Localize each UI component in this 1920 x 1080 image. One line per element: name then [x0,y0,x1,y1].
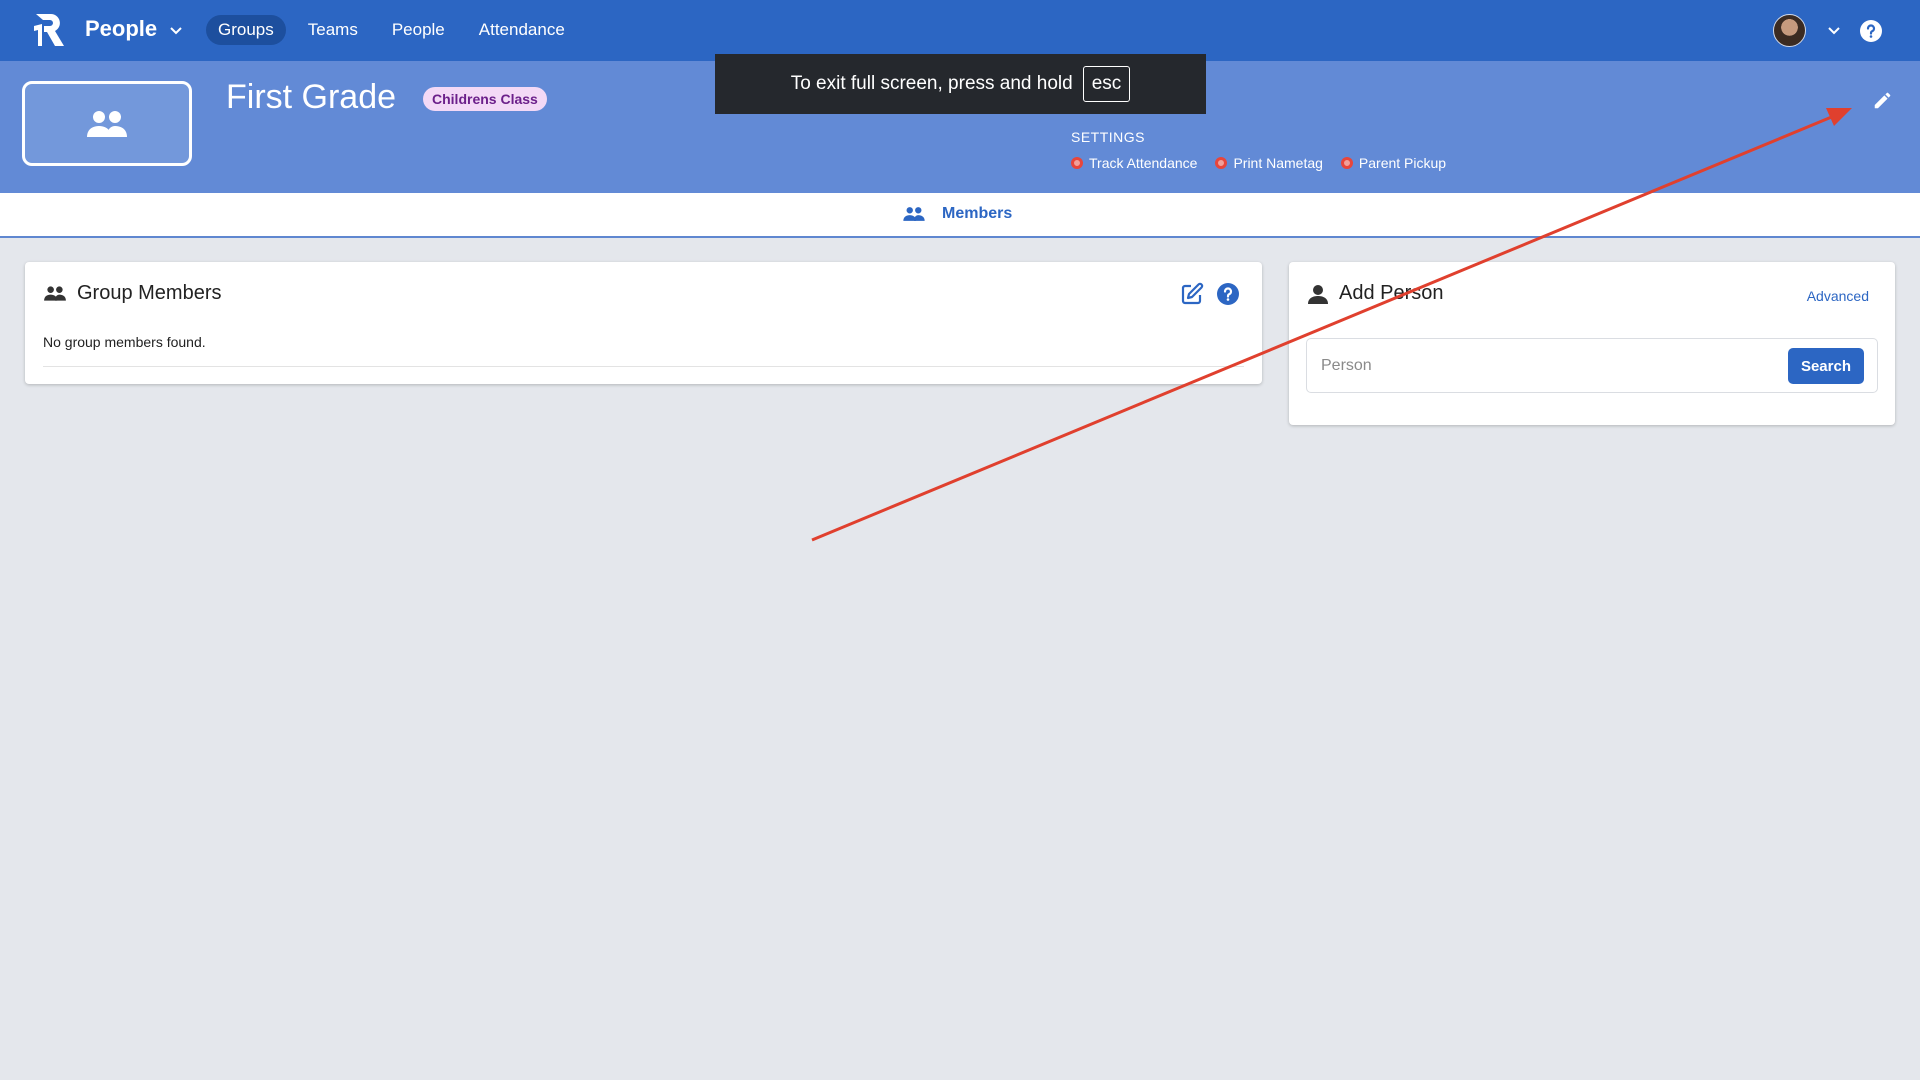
tab-label: Members [942,205,1013,222]
people-icon [87,110,127,137]
group-title: First Grade [226,78,397,116]
person-search-input[interactable] [1321,351,1761,381]
setting-track-attendance: Track Attendance [1071,155,1197,171]
tab-bar: Members [0,193,1920,238]
add-person-card: Add Person Advanced Search [1289,262,1895,425]
top-nav-bar: People Groups Teams People Attendance [0,0,1920,61]
card-title: Add Person [1339,282,1444,304]
group-settings: Track Attendance Print Nametag Parent Pi… [1071,155,1446,171]
help-circle-icon[interactable] [1859,19,1883,43]
nav-groups[interactable]: Groups [206,15,286,45]
person-search-box: Search [1306,338,1878,393]
nav-teams[interactable]: Teams [296,15,370,45]
settings-label: SETTINGS [1071,129,1146,145]
setting-label: Parent Pickup [1358,155,1447,171]
b1-logo-icon[interactable] [32,12,70,48]
advanced-link[interactable]: Advanced [1807,288,1869,304]
avatar[interactable] [1773,14,1806,47]
nav-attendance[interactable]: Attendance [467,15,577,45]
chevron-down-icon[interactable] [168,22,184,38]
group-category-badge: Childrens Class [423,87,547,111]
help-circle-icon[interactable] [1216,282,1240,306]
setting-parent-pickup: Parent Pickup [1340,155,1447,171]
divider [43,366,1244,367]
chevron-down-icon[interactable] [1826,22,1842,38]
card-title: Group Members [77,282,222,304]
people-icon [903,207,925,221]
status-off-icon [1340,157,1353,169]
fullscreen-toast: To exit full screen, press and hold esc [715,54,1206,114]
toast-text: To exit full screen, press and hold [790,73,1073,94]
pencil-icon[interactable] [1872,89,1894,111]
setting-label: Track Attendance [1089,155,1198,171]
card-actions [1180,282,1240,306]
nav-people[interactable]: People [380,15,457,45]
setting-label: Print Nametag [1233,155,1323,171]
tab-members[interactable]: Members [902,205,1012,223]
esc-key: esc [1082,66,1131,102]
group-photo[interactable] [22,81,192,166]
setting-print-nametag: Print Nametag [1215,155,1323,171]
main-nav: Groups Teams People Attendance [206,15,577,45]
status-off-icon [1071,157,1083,169]
edit-square-icon[interactable] [1180,282,1204,306]
empty-members-text: No group members found. [43,334,206,350]
status-off-icon [1215,157,1228,169]
app-name[interactable]: People [85,16,157,42]
group-members-card: Group Members No group members found. [25,262,1262,384]
card-header: Add Person [1307,282,1444,305]
card-header: Group Members [43,282,222,305]
person-icon [1308,284,1328,304]
people-icon [44,286,66,301]
search-button[interactable]: Search [1787,348,1864,384]
